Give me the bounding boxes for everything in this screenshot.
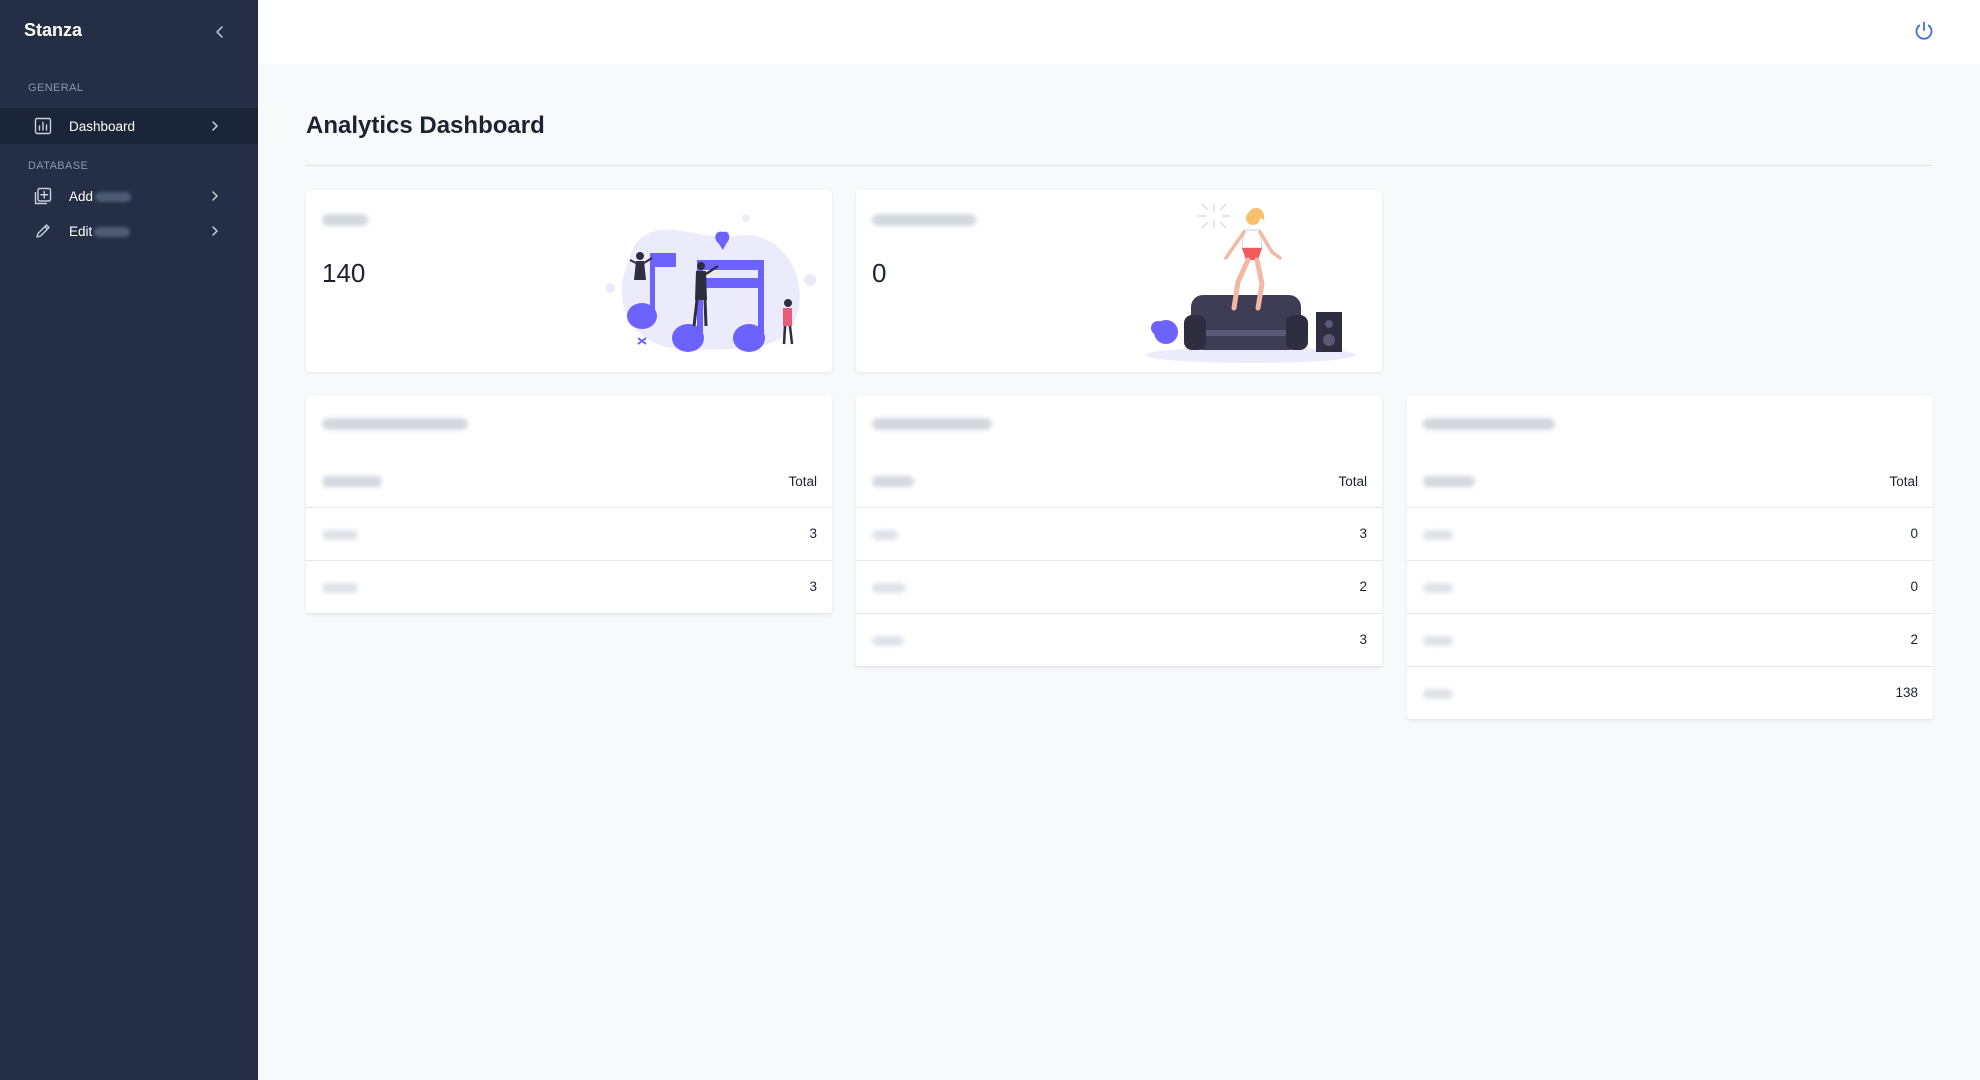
row-label bbox=[872, 636, 904, 646]
table-card-decade: Total 0 0 2 138 bbox=[1407, 396, 1933, 720]
redacted-text bbox=[95, 191, 132, 202]
table-header: Total bbox=[1407, 456, 1933, 508]
table-card-category: Total 3 3 bbox=[306, 396, 832, 614]
row-label bbox=[322, 583, 358, 593]
sidebar: Stanza GENERAL Dashboard DATABASE Add Ed bbox=[0, 0, 258, 1080]
row-label bbox=[1423, 636, 1453, 646]
redacted-text bbox=[94, 226, 131, 237]
table-card-genre: Total 3 2 3 bbox=[856, 396, 1382, 667]
row-value: 2 bbox=[1910, 632, 1918, 647]
section-database: DATABASE bbox=[28, 160, 89, 172]
row-value: 3 bbox=[1359, 632, 1367, 647]
stat-label bbox=[322, 214, 368, 226]
row-value: 0 bbox=[1910, 579, 1918, 594]
table-row: 0 bbox=[1407, 508, 1933, 561]
stat-card-lyrics: 140 bbox=[306, 190, 832, 372]
stat-value: 140 bbox=[322, 258, 366, 288]
top-bar bbox=[258, 0, 1980, 64]
dancing-woman-illustration bbox=[1146, 203, 1356, 363]
column-header bbox=[1423, 476, 1475, 487]
table-row: 2 bbox=[856, 561, 1382, 614]
row-label bbox=[1423, 689, 1453, 699]
row-value: 0 bbox=[1910, 526, 1918, 541]
column-header-total: Total bbox=[1889, 474, 1918, 489]
table-row: 138 bbox=[1407, 667, 1933, 720]
add-box-icon bbox=[34, 187, 52, 205]
sidebar-item-label-text: Edit bbox=[69, 223, 93, 239]
table-title bbox=[322, 418, 468, 430]
chevron-right-icon bbox=[212, 121, 218, 131]
chevron-left-icon[interactable] bbox=[210, 22, 230, 42]
row-value: 3 bbox=[1359, 526, 1367, 541]
chevron-right-icon bbox=[212, 191, 218, 201]
row-label bbox=[872, 583, 906, 593]
section-general: GENERAL bbox=[28, 82, 84, 94]
stat-card-explicit-lyrics: 0 bbox=[856, 190, 1382, 372]
stat-label bbox=[872, 214, 976, 226]
pencil-icon bbox=[36, 224, 50, 238]
column-header-total: Total bbox=[788, 474, 817, 489]
sidebar-item-label: Edit bbox=[69, 223, 131, 239]
music-notes-illustration bbox=[606, 214, 816, 352]
column-header bbox=[872, 476, 914, 487]
row-label bbox=[322, 530, 358, 540]
table-header: Total bbox=[856, 456, 1382, 508]
brand-name: Stanza bbox=[24, 20, 83, 40]
column-header-total: Total bbox=[1338, 474, 1367, 489]
table-row: 0 bbox=[1407, 561, 1933, 614]
table-row: 3 bbox=[306, 508, 832, 561]
table-title bbox=[872, 418, 992, 430]
table-row: 3 bbox=[856, 614, 1382, 667]
row-value: 3 bbox=[809, 526, 817, 541]
column-header bbox=[322, 476, 382, 487]
row-label bbox=[1423, 583, 1453, 593]
row-label bbox=[872, 530, 898, 540]
table-row: 3 bbox=[856, 508, 1382, 561]
power-icon[interactable] bbox=[1912, 19, 1936, 43]
sidebar-item-label-text: Add bbox=[69, 188, 94, 204]
chevron-right-icon bbox=[212, 226, 218, 236]
row-value: 2 bbox=[1359, 579, 1367, 594]
row-value: 3 bbox=[809, 579, 817, 594]
sidebar-item-label: Dashboard bbox=[69, 118, 136, 134]
table-header: Total bbox=[306, 456, 832, 508]
row-value: 138 bbox=[1895, 685, 1918, 700]
row-label bbox=[1423, 530, 1453, 540]
table-row: 3 bbox=[306, 561, 832, 614]
sidebar-item-edit[interactable]: Edit bbox=[0, 213, 258, 249]
stat-value: 0 bbox=[872, 258, 887, 288]
chart-icon bbox=[34, 117, 52, 135]
sidebar-item-add[interactable]: Add bbox=[0, 178, 258, 214]
sidebar-item-dashboard[interactable]: Dashboard bbox=[0, 108, 258, 144]
table-title bbox=[1423, 418, 1555, 430]
table-row: 2 bbox=[1407, 614, 1933, 667]
sidebar-item-label: Add bbox=[69, 188, 132, 204]
divider bbox=[306, 165, 1932, 166]
page-title: Analytics Dashboard bbox=[306, 112, 545, 139]
